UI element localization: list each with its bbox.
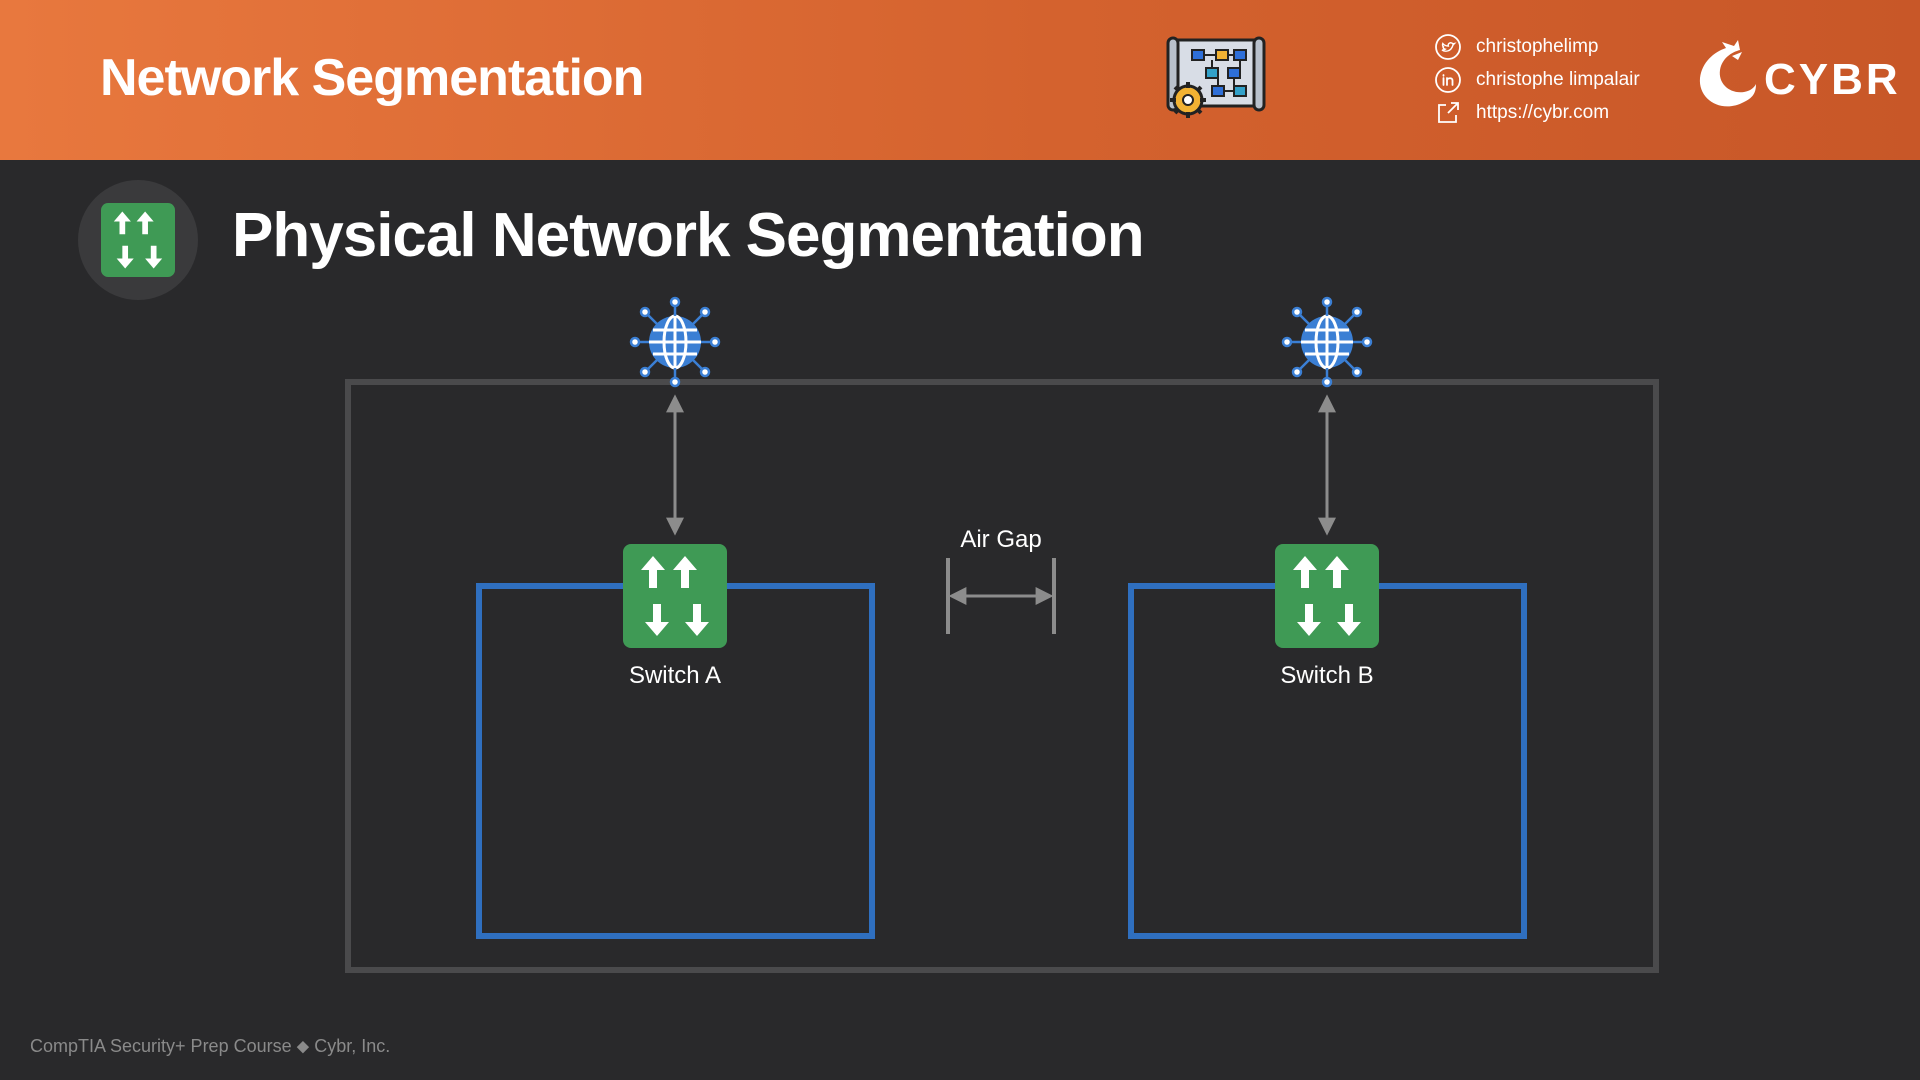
footer-text: CompTIA Security+ Prep Course ⬥ Cybr, In… <box>30 1036 391 1056</box>
switch-b-label: Switch B <box>1280 662 1374 689</box>
internet-globe-icon-a <box>629 296 721 388</box>
outer-network-boundary <box>345 379 1659 973</box>
switch-a-label: Switch A <box>628 662 722 689</box>
internet-globe-icon-b <box>1281 296 1373 388</box>
switch-b-icon <box>1275 544 1379 648</box>
switch-a-icon <box>623 544 727 648</box>
air-gap-label: Air Gap <box>960 526 1042 553</box>
